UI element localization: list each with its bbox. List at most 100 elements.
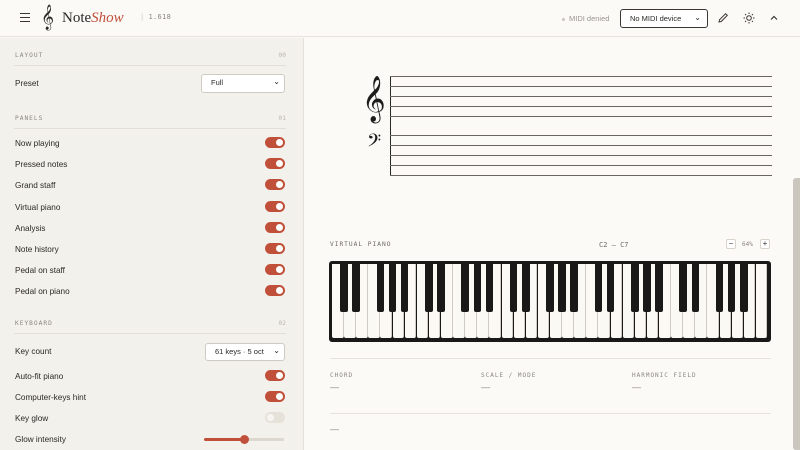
preset-select[interactable]: Full ⌄	[201, 74, 285, 93]
toggle-now-playing[interactable]	[265, 137, 285, 148]
section-panels: PANELS 01	[14, 115, 286, 127]
black-key[interactable]	[740, 264, 748, 312]
staff-line	[390, 135, 772, 136]
panel-row-now-playing: Now playing	[15, 136, 287, 152]
chevron-down-icon: ⌄	[273, 346, 280, 355]
status-dot-icon	[562, 17, 565, 21]
panel-label: Note history	[15, 245, 59, 254]
black-key[interactable]	[437, 264, 445, 312]
section-number: 00	[278, 52, 286, 59]
panel-row-pedal-on-staff: Pedal on staff	[15, 263, 287, 279]
black-key[interactable]	[352, 264, 360, 312]
treble-clef-icon: 𝄞	[362, 76, 386, 122]
section-keyboard: KEYBOARD 02	[14, 320, 286, 332]
zoom-out-button[interactable]: −	[726, 239, 736, 249]
black-key[interactable]	[727, 264, 736, 312]
brand-note: Note	[62, 10, 92, 26]
black-key[interactable]	[606, 264, 615, 312]
staff-line	[390, 145, 772, 146]
black-key[interactable]	[485, 264, 494, 312]
midi-status: MIDI denied	[562, 14, 609, 23]
menu-icon[interactable]	[20, 13, 30, 23]
version-number: 1.618	[148, 13, 172, 21]
black-key[interactable]	[655, 264, 663, 312]
black-key[interactable]	[388, 264, 397, 312]
brand-title: NoteShow	[62, 10, 124, 27]
staff-system-line	[390, 76, 391, 176]
main-scrollbar[interactable]	[793, 178, 800, 450]
black-key[interactable]	[691, 264, 700, 312]
key-glow-row: Key glow	[15, 411, 287, 427]
auto-fit-row: Auto-fit piano	[15, 369, 287, 385]
black-key[interactable]	[425, 264, 433, 312]
midi-device-select[interactable]: No MIDI device ⌄	[620, 9, 708, 28]
section-number: 01	[278, 115, 286, 122]
black-key[interactable]	[509, 264, 518, 312]
black-key[interactable]	[631, 264, 639, 312]
toggle-pedal-on-piano[interactable]	[265, 285, 285, 296]
midi-status-text: MIDI denied	[569, 14, 610, 23]
toggle-key-glow[interactable]	[265, 412, 285, 423]
slider-knob[interactable]	[240, 435, 249, 444]
black-key[interactable]	[400, 264, 409, 312]
toggle-computer-keys-hint[interactable]	[265, 391, 285, 402]
option-label: Key glow	[15, 414, 49, 423]
toggle-pressed-notes[interactable]	[265, 158, 285, 169]
black-key[interactable]	[376, 264, 385, 312]
pencil-icon[interactable]	[716, 11, 730, 25]
staff-line	[390, 175, 772, 176]
toggle-grand-staff[interactable]	[265, 179, 285, 190]
staff-line	[390, 116, 772, 117]
computer-keys-row: Computer-keys hint	[15, 390, 287, 406]
zoom-in-button[interactable]: +	[760, 239, 770, 249]
black-key[interactable]	[679, 264, 687, 312]
key-count-label: Key count	[15, 347, 52, 356]
harmonic-field-value: —	[632, 382, 641, 392]
black-key[interactable]	[473, 264, 482, 312]
black-key[interactable]	[522, 264, 530, 312]
staff-line	[390, 86, 772, 87]
black-key[interactable]	[546, 264, 554, 312]
panel-label: Analysis	[15, 224, 46, 233]
preset-value: Full	[211, 78, 224, 87]
white-key[interactable]	[755, 264, 768, 338]
toggle-analysis[interactable]	[265, 222, 285, 233]
panel-label: Pressed notes	[15, 160, 68, 169]
chord-label: CHORD	[330, 372, 354, 379]
section-layout: LAYOUT 00	[14, 52, 286, 64]
section-title: LAYOUT	[15, 52, 44, 59]
black-key[interactable]	[715, 264, 724, 312]
logo-icon: 𝄞	[41, 5, 55, 30]
staff-line	[390, 76, 772, 77]
midi-device-value: No MIDI device	[630, 14, 682, 23]
black-key[interactable]	[461, 264, 469, 312]
section-number: 02	[278, 320, 286, 327]
zoom-level: 64%	[742, 241, 753, 248]
black-key[interactable]	[643, 264, 651, 312]
harmonic-field-label: HARMONIC FIELD	[632, 372, 697, 379]
staff-line	[390, 96, 772, 97]
panel-row-pedal-on-piano: Pedal on piano	[15, 284, 287, 300]
version-label: | 1.618	[140, 13, 172, 21]
preset-label: Preset	[15, 79, 39, 88]
black-key[interactable]	[340, 264, 348, 312]
toggle-pedal-on-staff[interactable]	[265, 264, 285, 275]
brand-show: Show	[91, 10, 124, 26]
toggle-note-history[interactable]	[265, 243, 285, 254]
black-key[interactable]	[570, 264, 578, 312]
chevron-up-icon[interactable]	[767, 11, 781, 25]
panel-label: Grand staff	[15, 181, 56, 190]
black-key[interactable]	[558, 264, 566, 312]
toggle-auto-fit[interactable]	[265, 370, 285, 381]
divider	[330, 413, 771, 414]
divider	[14, 333, 286, 334]
key-count-select[interactable]: 61 keys · 5 oct ⌄	[205, 343, 285, 361]
panel-row-note-history: Note history	[15, 242, 287, 258]
black-key[interactable]	[594, 264, 603, 312]
panel-row-grand-staff: Grand staff	[15, 178, 287, 194]
sun-icon[interactable]	[742, 11, 756, 25]
glow-intensity-row: Glow intensity	[15, 432, 287, 448]
toggle-virtual-piano[interactable]	[265, 201, 285, 212]
glow-intensity-slider[interactable]	[204, 435, 284, 444]
panel-label: Now playing	[15, 139, 60, 148]
